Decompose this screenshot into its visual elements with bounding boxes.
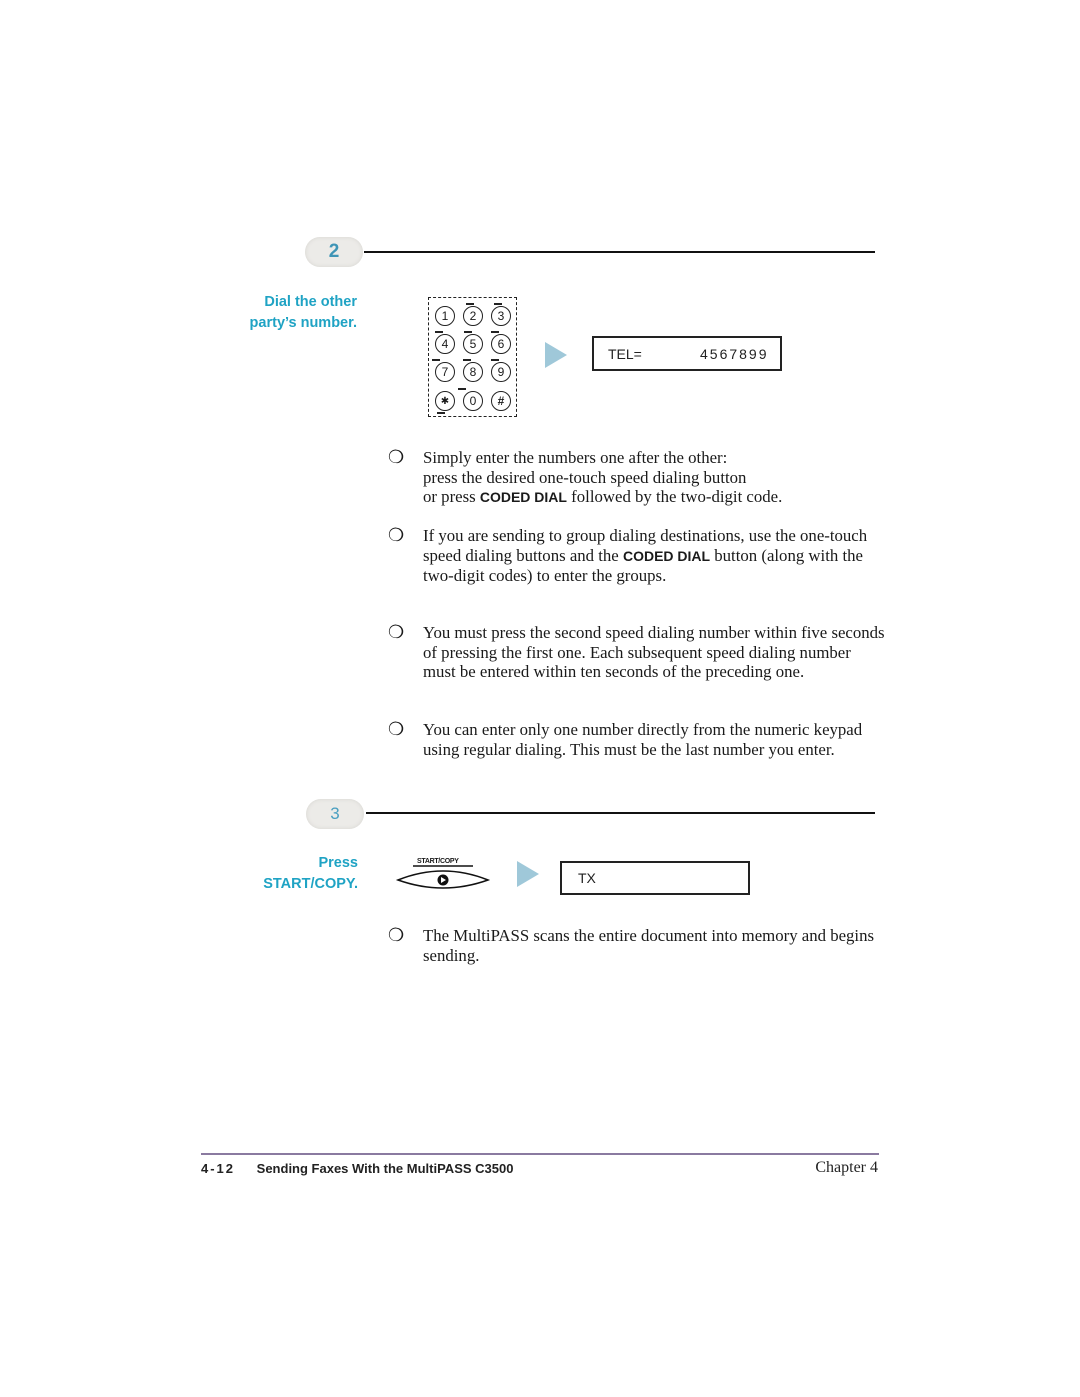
keypad-key-star: ✱ xyxy=(435,391,455,411)
text-run: or press xyxy=(423,487,480,506)
lcd-tx-label: TX xyxy=(578,870,596,886)
lcd-tel-number: 4567899 xyxy=(700,345,769,362)
keypad-key-5: 5 xyxy=(463,334,483,354)
coded-dial-button-label: CODED DIAL xyxy=(622,547,711,564)
bullet-circle-icon: ❍ xyxy=(388,719,405,739)
start-copy-button-illustration: START/COPY xyxy=(395,858,491,892)
list-item-text: The MultiPASS scans the entire document … xyxy=(423,926,875,965)
step-2-instruction: Dial the other party’s number. xyxy=(200,292,357,334)
footer-divider xyxy=(201,1153,879,1155)
keypad-key-2: 2 xyxy=(463,306,483,326)
step-2-divider xyxy=(364,251,875,253)
keypad-label-mark xyxy=(466,303,474,305)
step-3-instruction-line1: Press xyxy=(318,855,358,871)
text-line: press the desired one-touch speed dialin… xyxy=(423,467,747,487)
start-button-shape xyxy=(395,865,491,889)
keypad-key-1: 1 xyxy=(435,306,455,326)
text-line: Simply enter the numbers one after the o… xyxy=(423,448,728,467)
text-line: or press CODED DIAL followed by the two-… xyxy=(423,487,885,508)
list-item-text: You must press the second speed dialing … xyxy=(423,623,885,681)
keypad-label-mark xyxy=(464,331,472,333)
keypad-key-0: 0 xyxy=(463,391,483,411)
step-2-instruction-line2: party’s number. xyxy=(249,315,357,331)
step-2-number: 2 xyxy=(328,241,340,262)
keypad-key-4: 4 xyxy=(435,334,455,354)
keypad-key-3: 3 xyxy=(491,306,511,326)
keypad-label-mark xyxy=(435,331,443,333)
step-3-divider xyxy=(366,812,875,814)
step-3-number: 3 xyxy=(330,804,340,823)
bullet-circle-icon: ❍ xyxy=(388,525,405,545)
keypad-key-hash: # xyxy=(491,391,511,411)
arrow-right-icon xyxy=(545,342,567,368)
step-3-instruction-line2: START/COPY. xyxy=(263,876,358,892)
step-2-badge: 2 xyxy=(305,237,363,267)
keypad-label-mark xyxy=(463,359,471,361)
lcd-display-tel: TEL= 4567899 xyxy=(592,336,782,371)
list-item-text: You can enter only one number directly f… xyxy=(423,720,863,759)
keypad-label-mark xyxy=(494,303,502,305)
keypad-label-mark xyxy=(491,331,499,333)
list-item-text: If you are sending to group dialing dest… xyxy=(423,526,885,586)
bullet-circle-icon: ❍ xyxy=(388,622,405,642)
arrow-right-icon xyxy=(517,861,539,887)
numeric-keypad-illustration: 1 2 3 4 5 6 7 8 9 ✱ 0 # xyxy=(428,297,517,417)
step-3-badge: 3 xyxy=(306,799,364,829)
keypad-label-mark xyxy=(437,412,445,414)
text-run: followed by the two-digit code. xyxy=(566,487,783,506)
lcd-display-tx: TX xyxy=(560,861,750,895)
step-2-instruction-line1: Dial the other xyxy=(264,294,357,310)
keypad-key-7: 7 xyxy=(435,362,455,382)
section-title: Sending Faxes With the MultiPASS C3500 xyxy=(256,1161,514,1176)
lcd-tel-label: TEL= xyxy=(608,345,642,362)
bullet-circle-icon: ❍ xyxy=(388,447,405,467)
keypad-label-mark xyxy=(458,388,466,390)
keypad-key-8: 8 xyxy=(463,362,483,382)
keypad-key-6: 6 xyxy=(491,334,511,354)
chapter-label: Chapter 4 xyxy=(815,1159,878,1176)
step-3-instruction: Press START/COPY. xyxy=(200,853,358,895)
footer-running-title: 4-12 Sending Faxes With the MultiPASS C3… xyxy=(201,1161,513,1176)
keypad-label-mark xyxy=(491,359,499,361)
bullet-circle-icon: ❍ xyxy=(388,925,405,945)
list-item-text: Simply enter the numbers one after the o… xyxy=(423,448,885,508)
keypad-label-mark xyxy=(432,359,440,361)
page-number: 4-12 xyxy=(201,1161,236,1176)
keypad-key-9: 9 xyxy=(491,362,511,382)
coded-dial-button-label: CODED DIAL xyxy=(479,489,567,505)
